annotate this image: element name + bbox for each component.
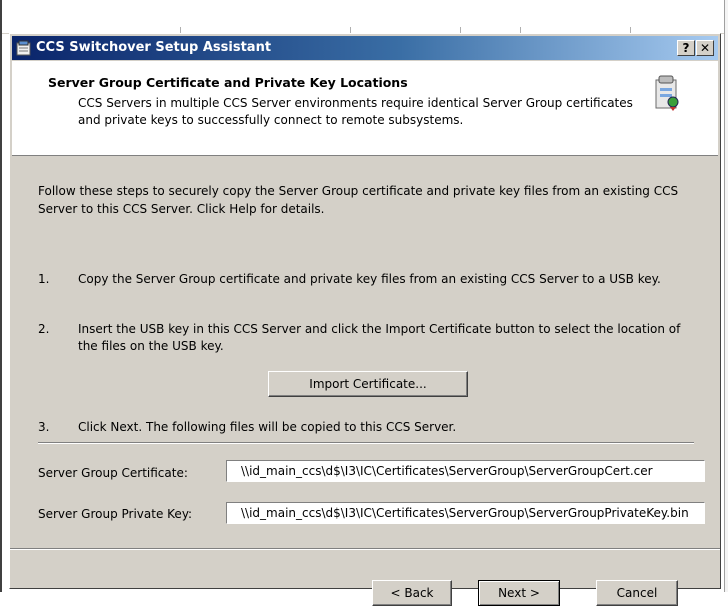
background-window-strip (0, 0, 728, 34)
help-button[interactable]: ? (677, 40, 695, 56)
step-item: 1. Copy the Server Group certificate and… (38, 271, 702, 307)
background-scrollbar (724, 0, 728, 592)
step-number: 3. (38, 420, 50, 434)
certificate-path-field[interactable]: \\id_main_ccs\d$\I3\IC\Certificates\Serv… (226, 460, 705, 482)
intro-text: Follow these steps to securely copy the … (38, 184, 679, 216)
step-number: 2. (38, 322, 50, 336)
window-title: CCS Switchover Setup Assistant (36, 40, 272, 55)
background-edge (0, 0, 2, 592)
back-button[interactable]: < Back (372, 580, 452, 606)
page-title: Server Group Certificate and Private Key… (48, 75, 408, 90)
import-certificate-button[interactable]: Import Certificate... (268, 371, 468, 397)
next-button[interactable]: Next > (478, 580, 560, 606)
cancel-button[interactable]: Cancel (596, 580, 678, 606)
certificate-icon (652, 74, 682, 112)
header-panel: Server Group Certificate and Private Key… (12, 61, 718, 156)
step-text: Click Next. The following files will be … (78, 420, 457, 434)
step-text: Insert the USB key in this CCS Server an… (78, 322, 681, 353)
private-key-path-field[interactable]: \\id_main_ccs\d$\I3\IC\Certificates\Serv… (226, 502, 705, 524)
footer-divider (10, 548, 720, 550)
title-bar[interactable]: CCS Switchover Setup Assistant ? ✕ (12, 36, 718, 60)
close-button[interactable]: ✕ (696, 40, 714, 56)
page-description: CCS Servers in multiple CCS Server envir… (78, 96, 633, 127)
step-item: 3. Click Next. The following files will … (38, 419, 702, 437)
step-number: 1. (38, 272, 50, 286)
step-item: 2. Insert the USB key in this CCS Server… (38, 321, 702, 357)
step-text: Copy the Server Group certificate and pr… (78, 272, 661, 286)
divider (38, 442, 694, 444)
setup-assistant-dialog: CCS Switchover Setup Assistant ? ✕ Serve… (9, 33, 721, 606)
private-key-label: Server Group Private Key: (38, 507, 193, 521)
certificate-label: Server Group Certificate: (38, 466, 188, 480)
app-icon (16, 40, 32, 56)
